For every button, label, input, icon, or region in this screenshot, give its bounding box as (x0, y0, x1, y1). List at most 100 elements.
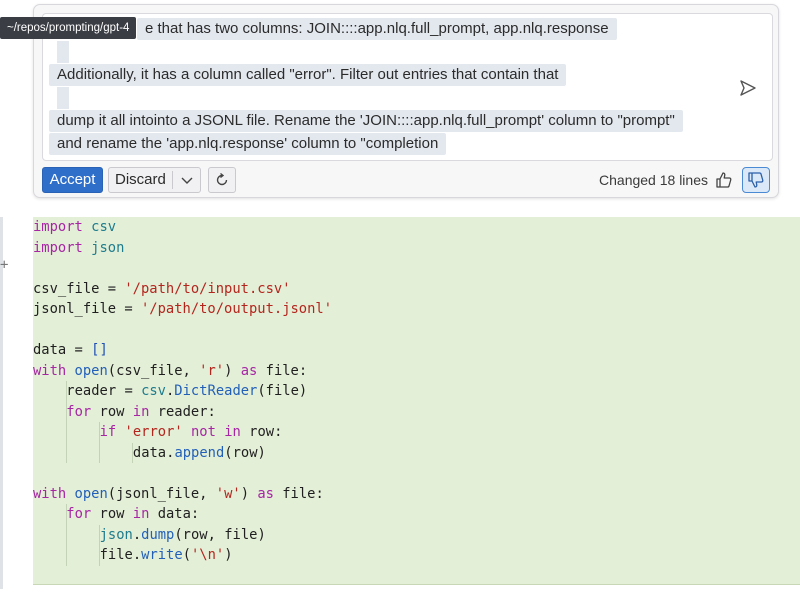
code-token: if (99, 424, 117, 440)
code-token: reader = (66, 383, 142, 399)
prompt-line-4: and rename the 'app.nlq.response' column… (49, 133, 447, 155)
discard-label: Discard (115, 171, 166, 188)
code-token: row (91, 403, 133, 420)
code-token: in (132, 403, 150, 420)
code-token: with (33, 362, 67, 379)
inline-edit-panel: e that has two columns: JOIN::::app.nlq.… (33, 4, 779, 198)
path-tooltip: ~/repos/prompting/gpt-4 (0, 17, 137, 39)
indent-guide (65, 422, 67, 443)
code-token: (jsonl_file, (107, 485, 216, 502)
accept-button[interactable]: Accept (42, 167, 103, 193)
indent-guide (65, 381, 67, 402)
thumbs-down-button[interactable] (742, 167, 770, 193)
indent-guide (65, 524, 67, 545)
prompt-line-1: e that has two columns: JOIN::::app.nlq.… (137, 18, 617, 40)
code-line: reader = csv.DictReader(file) (66, 381, 307, 402)
code-line: if 'error' not in row: (100, 422, 283, 443)
prompt-line-2: Additionally, it has a column called "er… (49, 64, 567, 86)
code-token: open (74, 485, 108, 502)
code-token: data. (132, 444, 175, 461)
code-line: with open(csv_file, 'r') as file: (33, 361, 307, 382)
code-token: append (174, 444, 225, 461)
prompt-input[interactable]: e that has two columns: JOIN::::app.nlq.… (42, 13, 773, 161)
send-icon[interactable] (738, 78, 758, 98)
code-token: for (66, 403, 92, 420)
code-token: data = (33, 342, 92, 358)
code-token: csv_file = (33, 280, 125, 297)
indent-guide (65, 504, 67, 525)
code-token: csv (91, 219, 117, 235)
code-token: for (66, 506, 92, 522)
code-token: DictReader (174, 383, 258, 399)
code-token: data: (149, 506, 200, 522)
code-token: (file) (257, 383, 308, 399)
code-token: not (191, 424, 216, 440)
code-token: '\n' (191, 547, 225, 563)
code-token: in (132, 506, 150, 522)
regenerate-button[interactable] (208, 167, 236, 193)
code-token: ( (182, 547, 191, 563)
expand-icon[interactable]: + (0, 258, 10, 272)
code-line: csv_file = '/path/to/input.csv' (33, 279, 291, 300)
thumbs-down-icon (748, 172, 764, 188)
indent-guide (65, 442, 67, 463)
changed-lines-count: Changed 18 lines (599, 172, 708, 188)
code-token: with (33, 485, 67, 502)
code-token: file: (273, 485, 324, 502)
code-token: '/path/to/input.csv' (124, 280, 291, 297)
code-line: data = [] (33, 340, 108, 361)
code-token: (row, file) (174, 526, 266, 543)
discard-divider (172, 171, 173, 189)
thumbs-up-icon[interactable] (714, 170, 734, 190)
code-token: in (224, 424, 241, 440)
refresh-icon (216, 172, 228, 186)
code-token: reader: (149, 403, 216, 420)
chevron-down-icon[interactable] (179, 172, 195, 188)
indent-guide (99, 524, 101, 545)
code-line: import csv (33, 217, 116, 238)
code-token: 'r' (199, 362, 225, 379)
code-token: ) (224, 547, 233, 563)
code-token: 'w' (215, 485, 241, 502)
indent-guide (99, 422, 101, 443)
code-token: file: (257, 362, 308, 379)
code-line: import json (33, 238, 124, 259)
code-line: for row in reader: (66, 402, 216, 423)
code-token: json (99, 526, 133, 543)
code-token: as (257, 485, 274, 502)
code-token: import (33, 219, 83, 235)
code-token: open (74, 362, 108, 379)
code-line: data.append(row) (133, 443, 266, 464)
code-token: ) (240, 485, 258, 502)
code-token: dump (141, 526, 175, 543)
code-line: for row in data: (66, 504, 199, 525)
discard-button[interactable]: Discard (108, 167, 201, 193)
indent-guide (132, 442, 134, 463)
code-token: 'error' (124, 424, 183, 440)
code-token: import (33, 239, 83, 256)
indent-guide (99, 442, 101, 463)
code-token: ) (224, 362, 241, 379)
code-line: with open(jsonl_file, 'w') as file: (33, 484, 324, 505)
code-token: as (240, 362, 258, 379)
code-token: (csv_file, (107, 362, 200, 379)
code-line: json.dump(row, file) (100, 525, 266, 546)
code-token: [] (91, 342, 108, 358)
code-editor[interactable]: import csv import json csv_file = '/path/t… (33, 217, 800, 585)
code-token: (row) (224, 444, 266, 461)
code-token: file. (99, 547, 142, 563)
indent-guide (65, 545, 67, 566)
code-line: jsonl_file = '/path/to/output.jsonl' (33, 299, 332, 320)
prompt-blank-line (57, 87, 69, 109)
indent-guide (65, 401, 67, 422)
code-token: . (132, 526, 142, 543)
code-token: csv (141, 383, 166, 399)
code-token: json (91, 239, 125, 256)
code-token: row (91, 506, 133, 522)
